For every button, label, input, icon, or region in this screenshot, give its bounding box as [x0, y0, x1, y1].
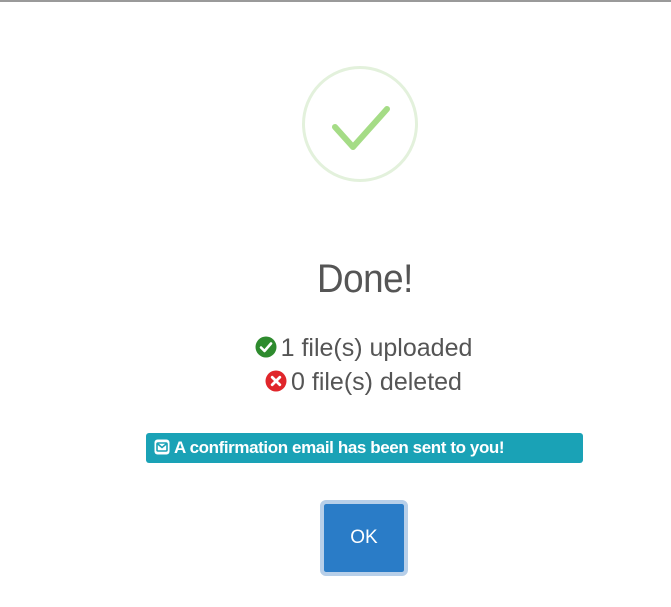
ok-button[interactable]: OK: [320, 500, 408, 576]
uploaded-count-text: 1 file(s) uploaded: [280, 334, 473, 362]
envelope-icon: [154, 435, 170, 455]
x-circle-icon: [265, 370, 287, 392]
deleted-count-line: 0 file(s) deleted: [0, 365, 671, 399]
email-notice-badge: A confirmation email has been sent to yo…: [146, 433, 583, 463]
success-ring: [302, 66, 418, 182]
upload-result-dialog: Done! 1 file(s) uploaded 0 file(s) delet…: [0, 2, 671, 607]
dialog-title: Done!: [317, 257, 413, 301]
deleted-count-text: 0 file(s) deleted: [291, 368, 462, 396]
uploaded-count-line: 1 file(s) uploaded: [0, 331, 671, 365]
checkmark-icon: [332, 106, 390, 150]
check-circle-icon: [255, 336, 277, 358]
email-notice-text: A confirmation email has been sent to yo…: [174, 438, 505, 457]
upload-stats: 1 file(s) uploaded 0 file(s) deleted: [0, 331, 671, 399]
